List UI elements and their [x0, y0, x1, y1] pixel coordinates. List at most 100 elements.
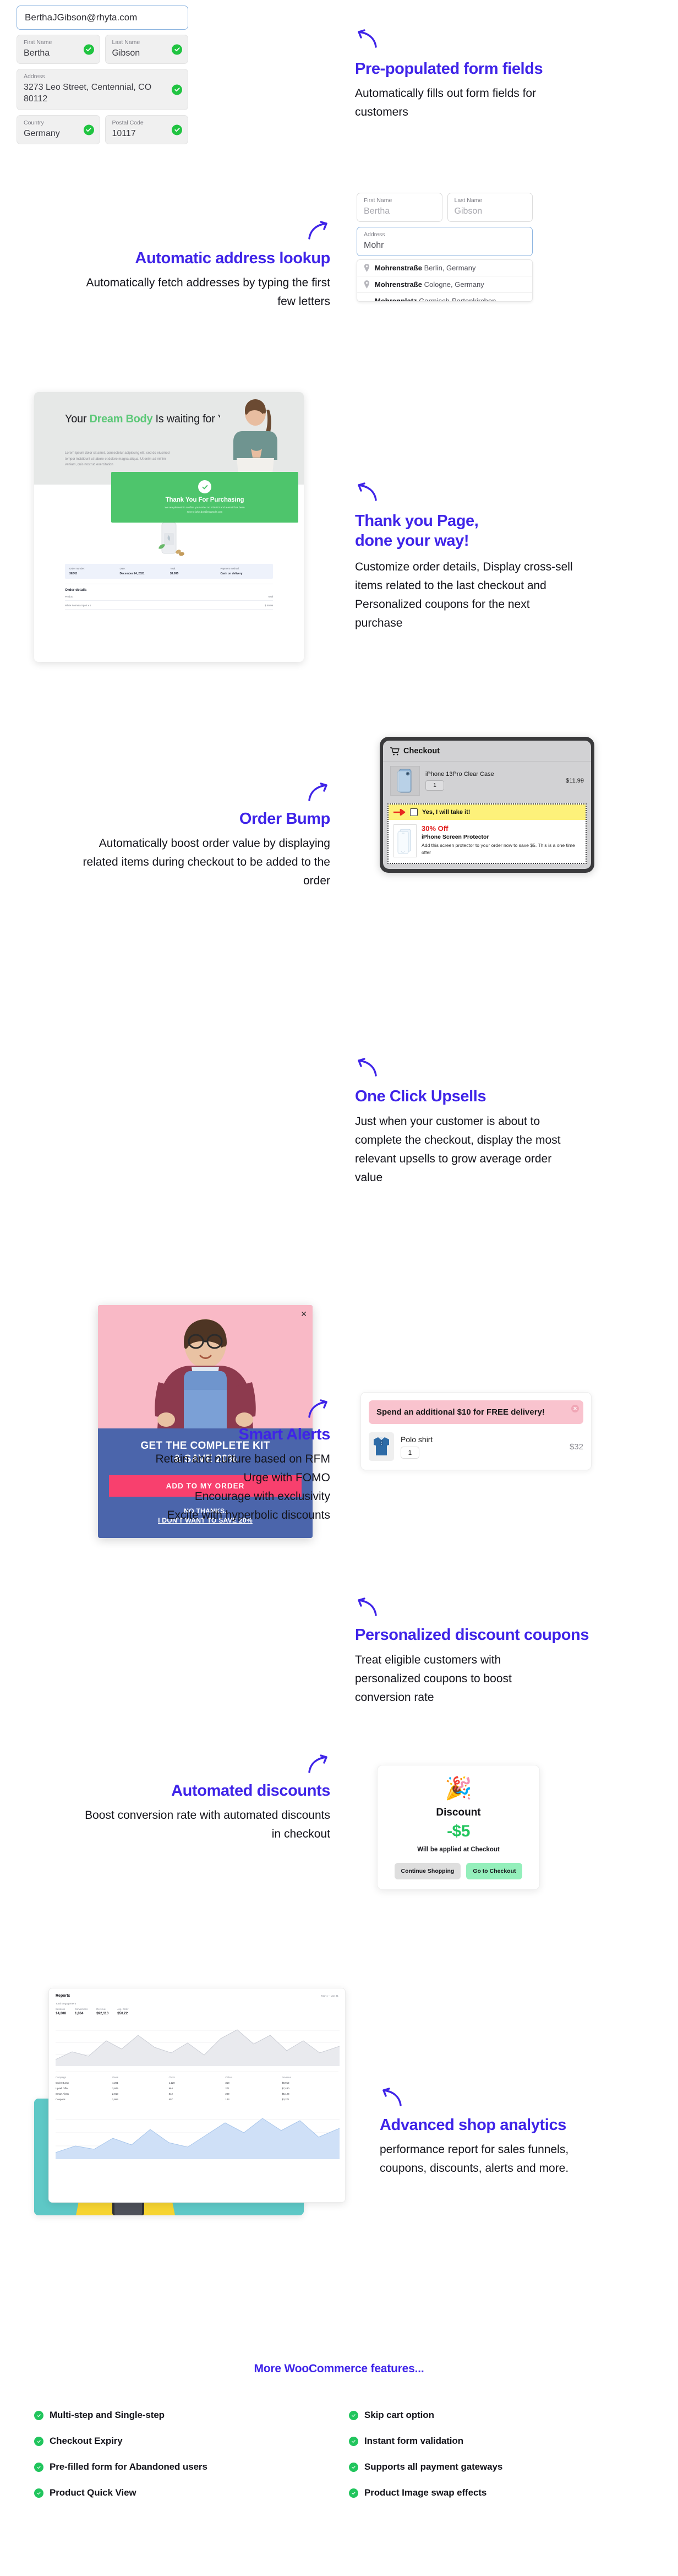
list-item[interactable]: Mohrenstraße Cologne, Germany: [357, 276, 532, 294]
last-name-field[interactable]: Last Name Gibson: [447, 193, 533, 222]
country-field[interactable]: Country Germany: [17, 115, 100, 145]
product-thumbnail: [390, 766, 420, 796]
continue-shopping-button[interactable]: Continue Shopping: [394, 1863, 461, 1879]
feature-label: Supports all payment gateways: [364, 2461, 503, 2472]
analytics-dashboard-mock: Reports Mar 1 – Mar 31 Total Engagement …: [48, 1988, 346, 2203]
cell: 507: [168, 2098, 173, 2101]
order-summary-row: Order number: 36242 Date: December 24, 202…: [65, 564, 273, 579]
section-title: Order Bump: [239, 810, 331, 828]
address-suggestion-list[interactable]: Mohrenstraße Berlin, Germany Mohrenstraß…: [357, 259, 533, 302]
checkout-title: Checkout: [403, 747, 440, 756]
col-header: Orders: [225, 2076, 233, 2079]
order-bump-checkbox[interactable]: [410, 808, 418, 816]
section-title: Smart Alerts: [238, 1426, 330, 1443]
product-name: Polo shirt: [401, 1434, 433, 1444]
table-row: Smart Alerts 2,910 812 209 $5,128: [56, 2093, 338, 2095]
close-icon[interactable]: ✕: [300, 1309, 307, 1319]
details-col-1: Product: [65, 595, 74, 598]
order-bump-header[interactable]: Yes, I will take it!: [389, 805, 586, 820]
bump-discount: 30% Off: [422, 824, 449, 833]
check-icon: [34, 2488, 43, 2498]
email-input[interactable]: [17, 6, 188, 30]
summary-value: December 24, 2021: [119, 572, 145, 575]
list-item[interactable]: Mohrenstraße Berlin, Germany: [357, 260, 532, 277]
thankyou-heading: Thank You For Purchasing: [165, 497, 244, 504]
suggestion-rest: Berlin, Germany: [424, 264, 476, 273]
order-details-block: Order details Product Total White Formula…: [65, 583, 273, 610]
cart-line-item: iPhone 13Pro Clear Case 1 $11.99: [383, 761, 591, 801]
arrow-up-left-icon: [355, 29, 586, 51]
area-chart-top: [55, 2019, 340, 2066]
quantity-input[interactable]: 1: [401, 1446, 419, 1459]
checkout-phone-mock: Checkout iPhone 13Pro Clear Case 1 $11.9…: [380, 737, 594, 873]
location-pin-icon: [364, 264, 370, 273]
table-row: Order Bump 4,201 1,120 318 $8,912: [56, 2082, 338, 2084]
table-row: Upsell Offer 3,845 964 271 $7,430: [56, 2087, 338, 2090]
last-name-field[interactable]: Last Name Gibson: [105, 35, 188, 64]
dashboard-header: Reports Mar 1 – Mar 31: [56, 1994, 338, 1998]
field-value: Germany: [24, 128, 60, 138]
feature-showcase-page: First Name Bertha Last Name Gibson Addre…: [0, 0, 678, 2576]
cell: 1,664: [112, 2098, 118, 2101]
feature-label: Checkout Expiry: [50, 2436, 123, 2446]
feature-item: Instant form validation: [349, 2436, 644, 2447]
kpi-label: Conversions: [74, 2008, 88, 2010]
feature-item: Multi-step and Single-step: [34, 2410, 329, 2421]
bump-description: Add this screen protector to your order …: [422, 843, 575, 855]
first-name-field[interactable]: First Name Bertha: [17, 35, 100, 64]
summary-key: Payment method:: [220, 567, 239, 570]
discount-amount: -$5: [447, 1822, 470, 1840]
kpi-label: Avg. Order: [117, 2008, 129, 2010]
location-pin-icon: [364, 280, 370, 289]
address-field[interactable]: Address 3273 Leo Street, Centennial, CO …: [17, 69, 188, 111]
screen-protector-thumbnail: [393, 824, 417, 857]
first-name-field[interactable]: First Name Bertha: [357, 193, 442, 222]
close-circle-icon[interactable]: ✕: [571, 1405, 579, 1412]
cell: 4,201: [112, 2082, 118, 2084]
check-icon: [349, 2436, 358, 2446]
cell: 143: [225, 2098, 229, 2101]
address-search-input[interactable]: Address Mohr: [357, 227, 533, 257]
field-value: 3273 Leo Street, Centennial, CO 80112: [24, 82, 152, 104]
section-title: Automated discounts: [171, 1782, 330, 1800]
prepopulated-form-card: First Name Bertha Last Name Gibson Addre…: [17, 6, 188, 145]
product-name: iPhone 13Pro Clear Case: [425, 771, 494, 778]
checkout-header: Checkout: [383, 741, 591, 761]
suggestion-match: Mohrenstraße: [375, 280, 422, 289]
quantity-input[interactable]: 1: [425, 780, 444, 791]
postal-code-field[interactable]: Postal Code 10117: [105, 115, 188, 145]
more-features-block: More WooCommerce features... Multi-step …: [0, 2362, 678, 2498]
check-icon: [349, 2488, 358, 2498]
cell: $8,912: [282, 2082, 289, 2084]
cart-line-item: Polo shirt 1 $32: [369, 1432, 583, 1461]
woman-photo: [220, 396, 291, 485]
dashboard-subtitle: Total Engagement: [56, 2002, 76, 2005]
arrow-up-right-icon: [307, 1399, 330, 1421]
analytics-table: Campaign Views Clicks Orders Revenue Ord…: [56, 2072, 338, 2101]
arrow-up-left-icon: [355, 482, 592, 504]
list-item[interactable]: Mohrenplatz Garmisch-Partenkirchen, Germ…: [357, 293, 532, 302]
arrow-up-right-icon: [307, 1754, 330, 1776]
section-title-line1: Thank you Page,: [355, 512, 479, 530]
feature-item: Checkout Expiry: [34, 2436, 329, 2447]
smart-alert-card: Spend an additional $10 for FREE deliver…: [360, 1392, 592, 1470]
mock-hero-heading: Your Dream Body Is waiting for You: [65, 412, 236, 427]
field-label: Address: [24, 73, 45, 80]
check-icon: [34, 2462, 43, 2472]
section-smart-alerts-text: Smart Alerts Retain and nurture based on…: [66, 1399, 330, 1525]
section-body: Automatically fills out form fields for …: [355, 87, 537, 119]
free-delivery-alert: Spend an additional $10 for FREE deliver…: [369, 1400, 583, 1424]
arrow-up-right-icon: [307, 220, 330, 243]
section-upsell-text: One Click Upsells Just when your custome…: [355, 1057, 592, 1187]
section-body: Boost conversion rate with automated dis…: [85, 1809, 330, 1841]
cell: $3,271: [282, 2098, 289, 2101]
section-thankyou-text: Thank you Page, done your way! Customize…: [355, 482, 592, 633]
field-value: Bertha: [364, 206, 390, 216]
bump-product-title: iPhone Screen Protector: [422, 834, 489, 840]
section-address-lookup-text: Automatic address lookup Automatically f…: [83, 220, 330, 311]
product-thumbnail: [369, 1432, 394, 1461]
go-to-checkout-button[interactable]: Go to Checkout: [466, 1863, 523, 1879]
feature-item: Supports all payment gateways: [349, 2461, 644, 2472]
suggestion-match: Mohrenstraße: [375, 264, 422, 273]
field-label: Last Name: [454, 197, 483, 204]
